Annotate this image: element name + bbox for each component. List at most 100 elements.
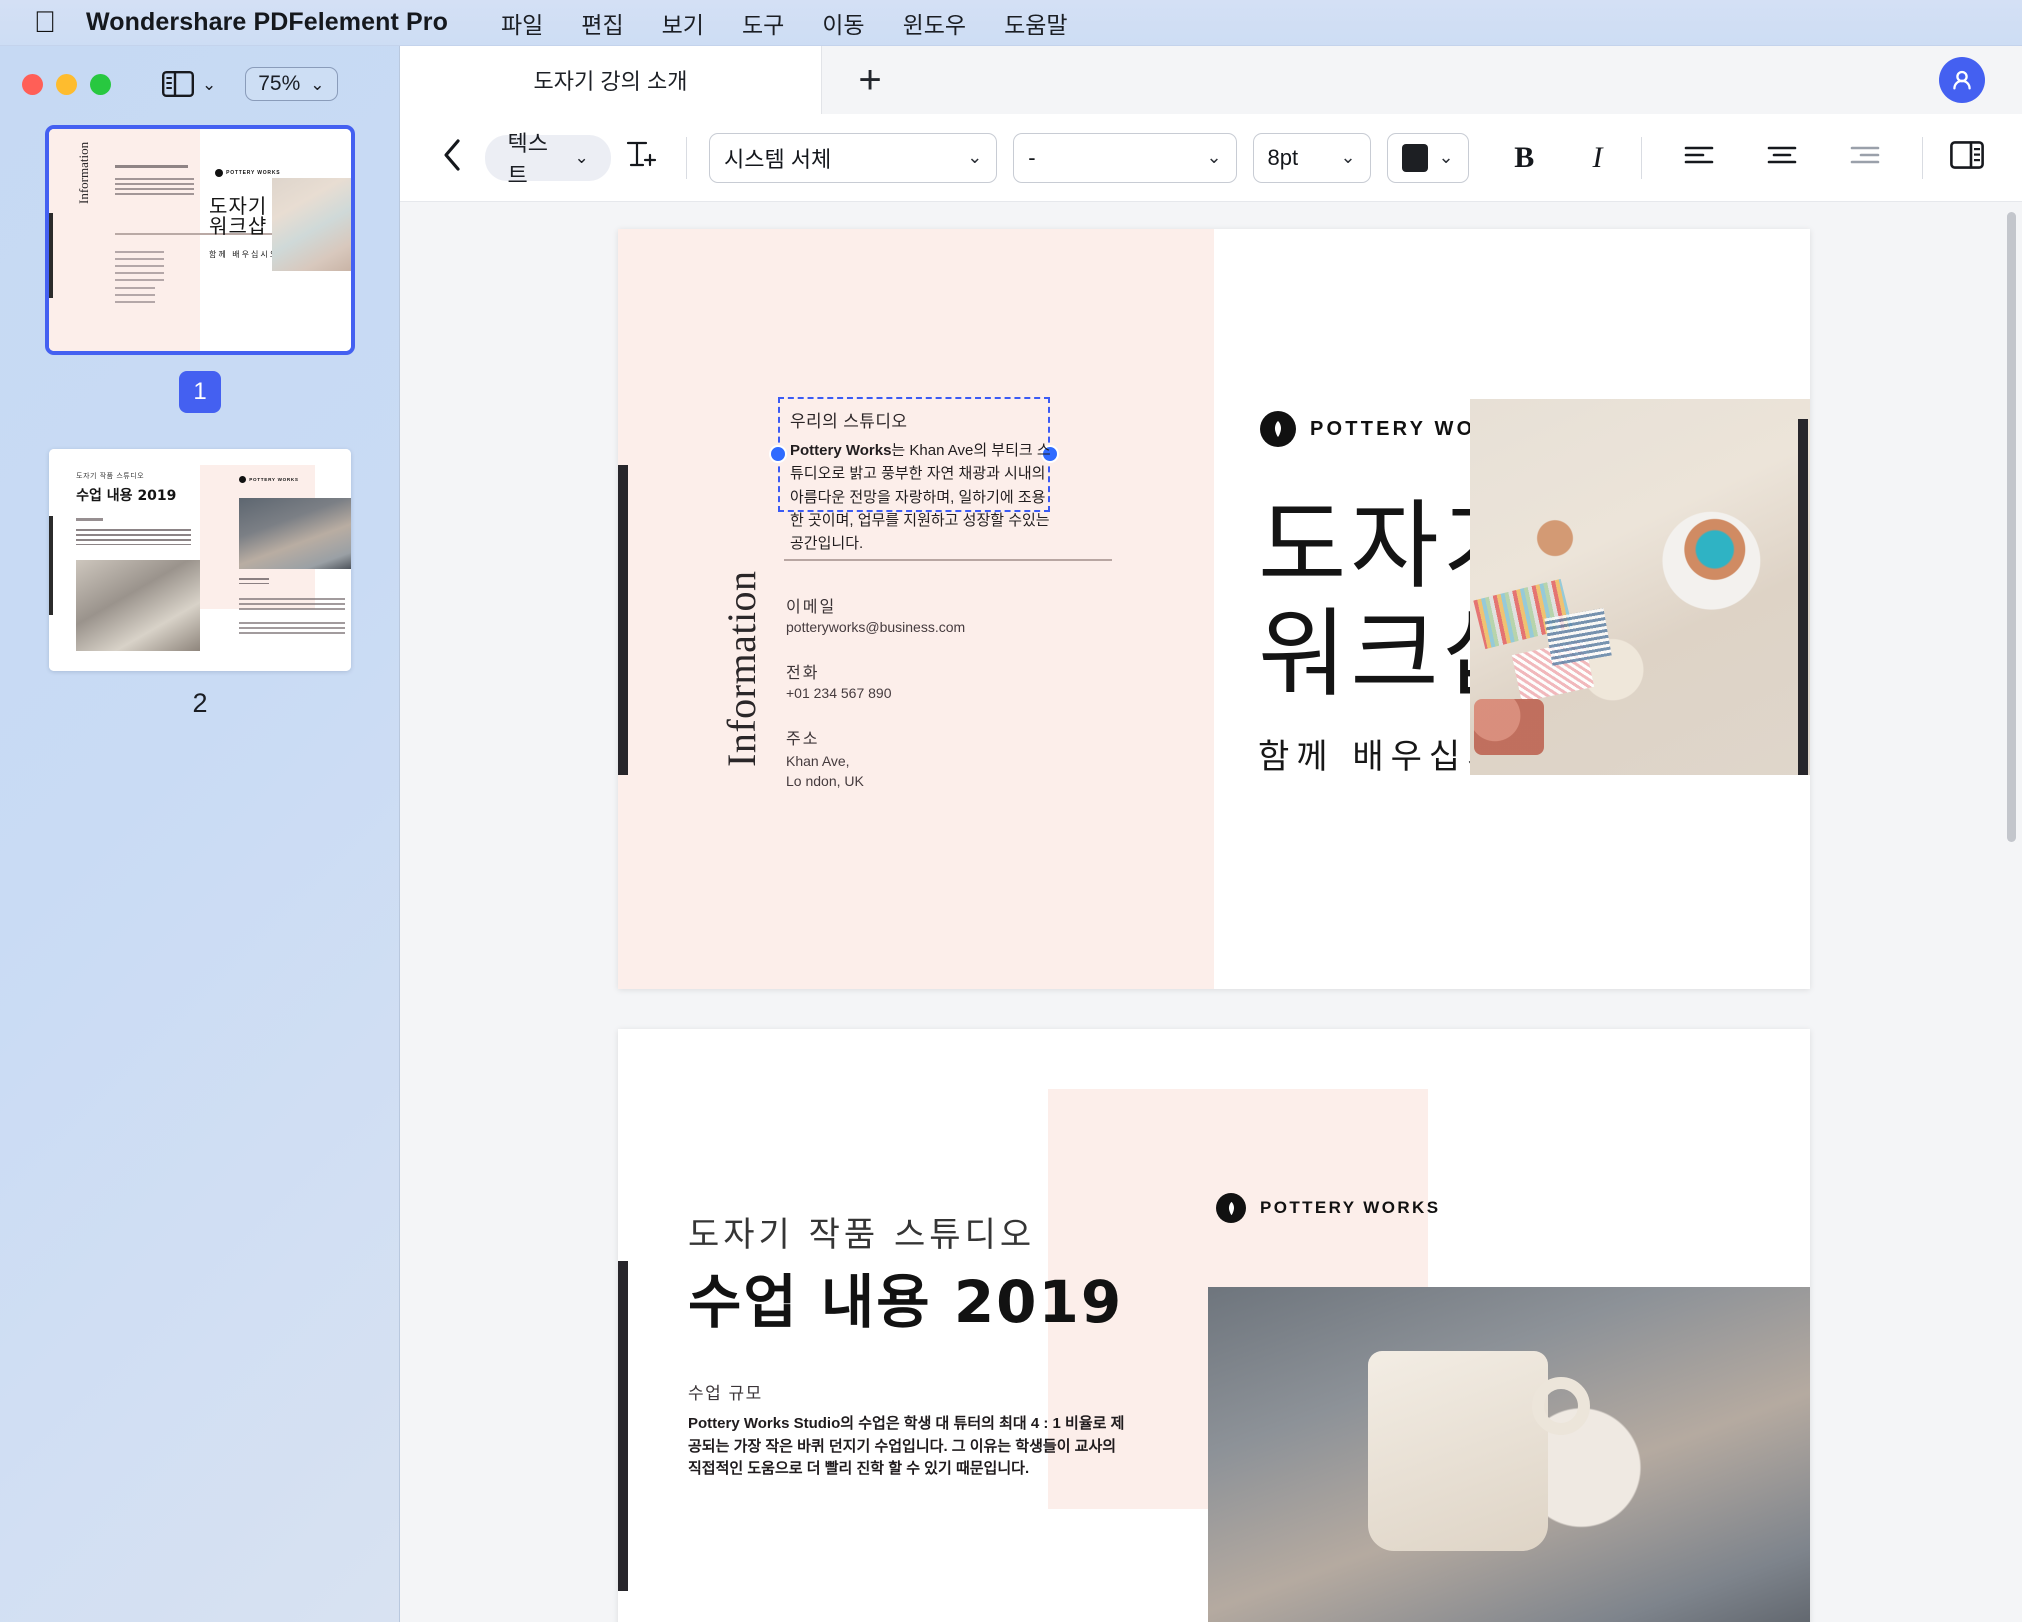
tab-bar-spacer <box>918 46 1902 114</box>
align-right-button[interactable] <box>1835 130 1896 186</box>
mini-brand-row: POTTERY WORKS <box>215 168 281 177</box>
thumbnail-page-number-1: 1 <box>179 371 221 413</box>
user-avatar-icon[interactable] <box>1939 57 1985 103</box>
menu-items: 파일 편집 보기 도구 이동 윈도우 도움말 <box>482 2 1087 44</box>
textbox-handle-left[interactable] <box>769 445 787 463</box>
close-traffic-light[interactable] <box>22 73 43 95</box>
vertical-scrollbar[interactable] <box>2007 212 2016 1502</box>
contact-label-email: 이메일 <box>786 599 837 616</box>
thumbnail-page-1[interactable]: Information POTTERY WORKS 도자기 워크샵 함께 배우십시… <box>45 125 355 355</box>
page2-photo-mug-handle <box>1532 1377 1590 1435</box>
thumbnail-sidebar: ⌄ 75% ⌄ Information POTTERY WORKS 도자기 워크… <box>0 46 400 1622</box>
new-tab-button[interactable]: + <box>822 46 918 114</box>
right-panel-toggle-button[interactable] <box>1937 130 1998 186</box>
align-right-icon <box>1849 143 1881 172</box>
app-name-label: Wondershare PDFelement Pro <box>86 8 448 36</box>
bold-button[interactable]: B <box>1495 130 1554 186</box>
page1-photo-paint-jars <box>1474 699 1544 755</box>
menu-bar:  Wondershare PDFelement Pro 파일 편집 보기 도구… <box>0 0 2022 46</box>
menu-item-go[interactable]: 이동 <box>803 2 883 44</box>
window-controls-row: ⌄ 75% ⌄ <box>0 54 400 114</box>
mini-brand-text: POTTERY WORKS <box>226 169 281 176</box>
align-left-button[interactable] <box>1668 130 1729 186</box>
tab-document[interactable]: 도자기 강의 소개 <box>400 46 822 114</box>
page2-brand-name: POTTERY WORKS <box>1260 1198 1441 1217</box>
font-style-value: - <box>1028 144 1036 170</box>
apple-logo-icon[interactable]:  <box>30 6 60 40</box>
menu-item-help[interactable]: 도움말 <box>985 2 1086 44</box>
font-size-dropdown[interactable]: 8pt ⌄ <box>1252 132 1371 183</box>
pottery-mark-icon-2 <box>1216 1193 1246 1223</box>
mini-pink-panel <box>49 129 200 351</box>
mini-black-bar <box>49 213 53 298</box>
mini-title: 도자기 워크샵 <box>209 193 268 238</box>
menu-item-file[interactable]: 파일 <box>482 2 562 44</box>
document-page-1[interactable]: Information 우리의 스튜디오 Pottery Works는 Khan… <box>618 229 1810 989</box>
menu-item-edit[interactable]: 편집 <box>562 2 642 44</box>
mini-vertical-title: Information <box>76 142 92 205</box>
font-style-dropdown[interactable]: - ⌄ <box>1013 132 1237 183</box>
edit-mode-chevron-down-icon: ⌄ <box>574 148 589 167</box>
document-page-2[interactable]: 도자기 작품 스튜디오 수업 내용 2019 수업 규모 Pottery Wor… <box>618 1029 1810 1622</box>
thumbnail-item-2[interactable]: 도자기 작품 스튜디오 수업 내용 2019 POTTERY WORKS 2 <box>0 449 400 757</box>
mini-brand-mark-icon <box>215 168 224 177</box>
font-color-chevron-down-icon: ⌄ <box>1438 147 1454 167</box>
chevron-left-icon <box>441 138 463 177</box>
thumbnail-page-1-preview: Information POTTERY WORKS 도자기 워크샵 함께 배우십시… <box>49 129 351 351</box>
thumbnail-item-1[interactable]: Information POTTERY WORKS 도자기 워크샵 함께 배우십시… <box>0 114 400 449</box>
page1-pink-panel <box>618 229 1214 989</box>
mini-title-2: 수업 내용 2019 <box>76 487 177 504</box>
zoom-level-dropdown[interactable]: 75% ⌄ <box>245 67 338 101</box>
page2-brand-row: POTTERY WORKS <box>1216 1193 1440 1223</box>
page1-divider <box>784 559 1112 561</box>
back-button[interactable] <box>424 138 479 177</box>
contact-value-email: potteryworks@business.com <box>786 619 966 635</box>
minimize-traffic-light[interactable] <box>56 73 77 95</box>
mini-text-line <box>115 164 188 168</box>
mini-paragraph-3 <box>239 622 345 635</box>
contact-value-phone: +01 234 567 890 <box>786 685 892 701</box>
mini-contact-block-2 <box>115 286 155 305</box>
menu-item-tools[interactable]: 도구 <box>723 2 803 44</box>
textbox-heading: 우리의 스튜디오 <box>790 412 908 431</box>
thumbnail-list[interactable]: Information POTTERY WORKS 도자기 워크샵 함께 배우십시… <box>0 114 400 1622</box>
toolbar-separator-3 <box>1921 136 1923 179</box>
mini-contact-block <box>115 251 164 282</box>
font-family-chevron-down-icon: ⌄ <box>967 147 983 167</box>
format-toolbar: 텍스트 ⌄ 시스템 서체 ⌄ - ⌄ 8pt ⌄ ⌄ B I <box>400 114 2022 202</box>
page2-section-label: 수업 규모 <box>688 1384 763 1403</box>
right-panel-icon <box>1950 141 1985 174</box>
vertical-scrollbar-thumb[interactable] <box>2007 212 2016 842</box>
edit-mode-label: 텍스트 <box>507 130 548 188</box>
add-text-button[interactable] <box>611 130 672 186</box>
maximize-traffic-light[interactable] <box>90 73 111 95</box>
thumbnail-page-2[interactable]: 도자기 작품 스튜디오 수업 내용 2019 POTTERY WORKS <box>49 449 351 671</box>
thumbnail-page-2-preview: 도자기 작품 스튜디오 수업 내용 2019 POTTERY WORKS <box>49 449 351 671</box>
page1-vertical-title: Information <box>719 570 764 767</box>
zoom-chevron-down-icon: ⌄ <box>310 74 325 94</box>
page2-photo-mug <box>1368 1351 1548 1551</box>
edit-mode-dropdown[interactable]: 텍스트 ⌄ <box>485 131 611 188</box>
contact-label-address: 주소 <box>786 731 820 748</box>
menu-item-view[interactable]: 보기 <box>643 2 723 44</box>
align-center-button[interactable] <box>1751 130 1812 186</box>
thumbnail-page-number-2: 2 <box>192 688 208 718</box>
zoom-level-value: 75% <box>258 72 301 95</box>
page2-photo <box>1208 1287 1810 1622</box>
page1-black-accent-bar <box>618 465 628 775</box>
italic-button[interactable]: I <box>1568 130 1627 186</box>
page2-paragraph-lead: Pottery Works Studio <box>688 1415 841 1432</box>
avatar-container <box>1902 46 2022 114</box>
toolbar-separator-2 <box>1641 136 1643 179</box>
pottery-mark-icon <box>1260 411 1296 447</box>
page2-title: 수업 내용 2019 <box>688 1268 1124 1336</box>
mini-subhead-2 <box>239 577 270 584</box>
sidebar-toggle-button[interactable]: ⌄ <box>162 71 216 97</box>
document-canvas[interactable]: Information 우리의 스튜디오 Pottery Works는 Khan… <box>400 202 2022 1622</box>
font-style-chevron-down-icon: ⌄ <box>1206 147 1222 167</box>
mini-brand-text-2: POTTERY WORKS <box>249 476 299 482</box>
menu-item-window[interactable]: 윈도우 <box>884 2 985 44</box>
font-color-dropdown[interactable]: ⌄ <box>1386 132 1469 183</box>
sidebar-toggle-chevron-down-icon[interactable]: ⌄ <box>202 76 216 93</box>
font-family-dropdown[interactable]: 시스템 서체 ⌄ <box>708 132 998 183</box>
